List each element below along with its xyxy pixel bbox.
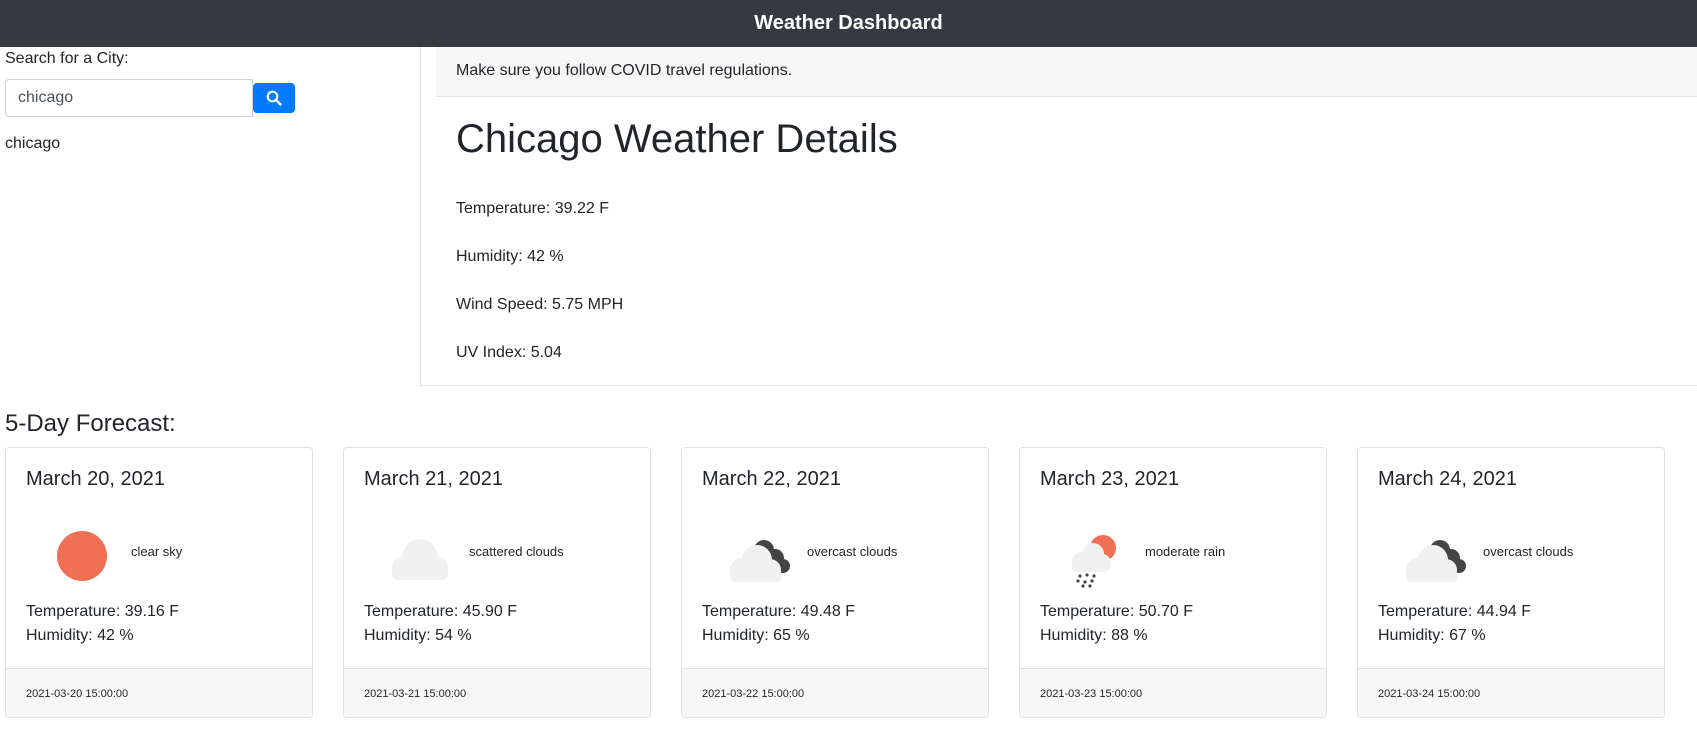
- forecast-description: moderate rain: [1145, 544, 1226, 559]
- current-wind-speed: Wind Speed: 5.75 MPH: [456, 296, 624, 313]
- forecast-timestamp: 2021-03-20 15:00:00: [6, 668, 312, 717]
- forecast-humidity: Humidity: 67 %: [1378, 627, 1486, 644]
- city-weather-title: Chicago Weather Details: [456, 117, 898, 161]
- current-humidity: Humidity: 42 %: [456, 248, 564, 265]
- forecast-description: scattered clouds: [469, 544, 564, 559]
- forecast-temperature: Temperature: 44.94 F: [1378, 603, 1531, 620]
- forecast-date: March 20, 2021: [26, 468, 165, 490]
- search-icon: [266, 90, 282, 106]
- forecast-temperature: Temperature: 50.70 F: [1040, 603, 1193, 620]
- forecast-description: overcast clouds: [1483, 544, 1574, 559]
- forecast-card: March 24, 2021 overcast clouds Temperatu…: [1357, 447, 1665, 718]
- top-navbar: Weather Dashboard: [0, 0, 1697, 47]
- forecast-temperature: Temperature: 39.16 F: [26, 603, 179, 620]
- forecast-humidity: Humidity: 88 %: [1040, 627, 1148, 644]
- search-button[interactable]: [253, 83, 295, 113]
- forecast-timestamp: 2021-03-22 15:00:00: [682, 668, 988, 717]
- forecast-card: March 22, 2021 overcast clouds Temperatu…: [681, 447, 989, 718]
- covid-notice: Make sure you follow COVID travel regula…: [436, 47, 1697, 97]
- overcast-clouds-icon: [730, 540, 790, 582]
- forecast-date: March 22, 2021: [702, 468, 841, 490]
- forecast-date: March 24, 2021: [1378, 468, 1517, 490]
- overcast-clouds-icon: [1406, 540, 1466, 582]
- forecast-card: March 23, 2021 moderate rain Temperature…: [1019, 447, 1327, 718]
- forecast-card: March 20, 2021 clear sky Temperature: 39…: [5, 447, 313, 718]
- forecast-temperature: Temperature: 45.90 F: [364, 603, 517, 620]
- cloud-icon: [392, 539, 448, 580]
- forecast-date: March 21, 2021: [364, 468, 503, 490]
- rain-icon: [1072, 535, 1116, 588]
- forecast-temperature: Temperature: 49.48 F: [702, 603, 855, 620]
- current-uv-index: UV Index: 5.04: [456, 344, 562, 361]
- sun-icon: [57, 531, 107, 581]
- search-history-item[interactable]: chicago: [5, 135, 60, 153]
- current-weather-card: Make sure you follow COVID travel regula…: [420, 47, 1697, 386]
- forecast-description: clear sky: [131, 544, 183, 559]
- forecast-timestamp: 2021-03-24 15:00:00: [1358, 668, 1664, 717]
- forecast-date: March 23, 2021: [1040, 468, 1179, 490]
- forecast-card: March 21, 2021 scattered clouds Temperat…: [343, 447, 651, 718]
- city-search-input[interactable]: [5, 79, 253, 117]
- forecast-humidity: Humidity: 65 %: [702, 627, 810, 644]
- forecast-heading: 5-Day Forecast:: [5, 410, 176, 437]
- forecast-humidity: Humidity: 54 %: [364, 627, 472, 644]
- search-label: Search for a City:: [5, 50, 129, 67]
- forecast-timestamp: 2021-03-21 15:00:00: [344, 668, 650, 717]
- app-title: Weather Dashboard: [754, 12, 943, 34]
- current-temperature: Temperature: 39.22 F: [456, 200, 609, 217]
- forecast-humidity: Humidity: 42 %: [26, 627, 134, 644]
- forecast-description: overcast clouds: [807, 544, 898, 559]
- forecast-timestamp: 2021-03-23 15:00:00: [1020, 668, 1326, 717]
